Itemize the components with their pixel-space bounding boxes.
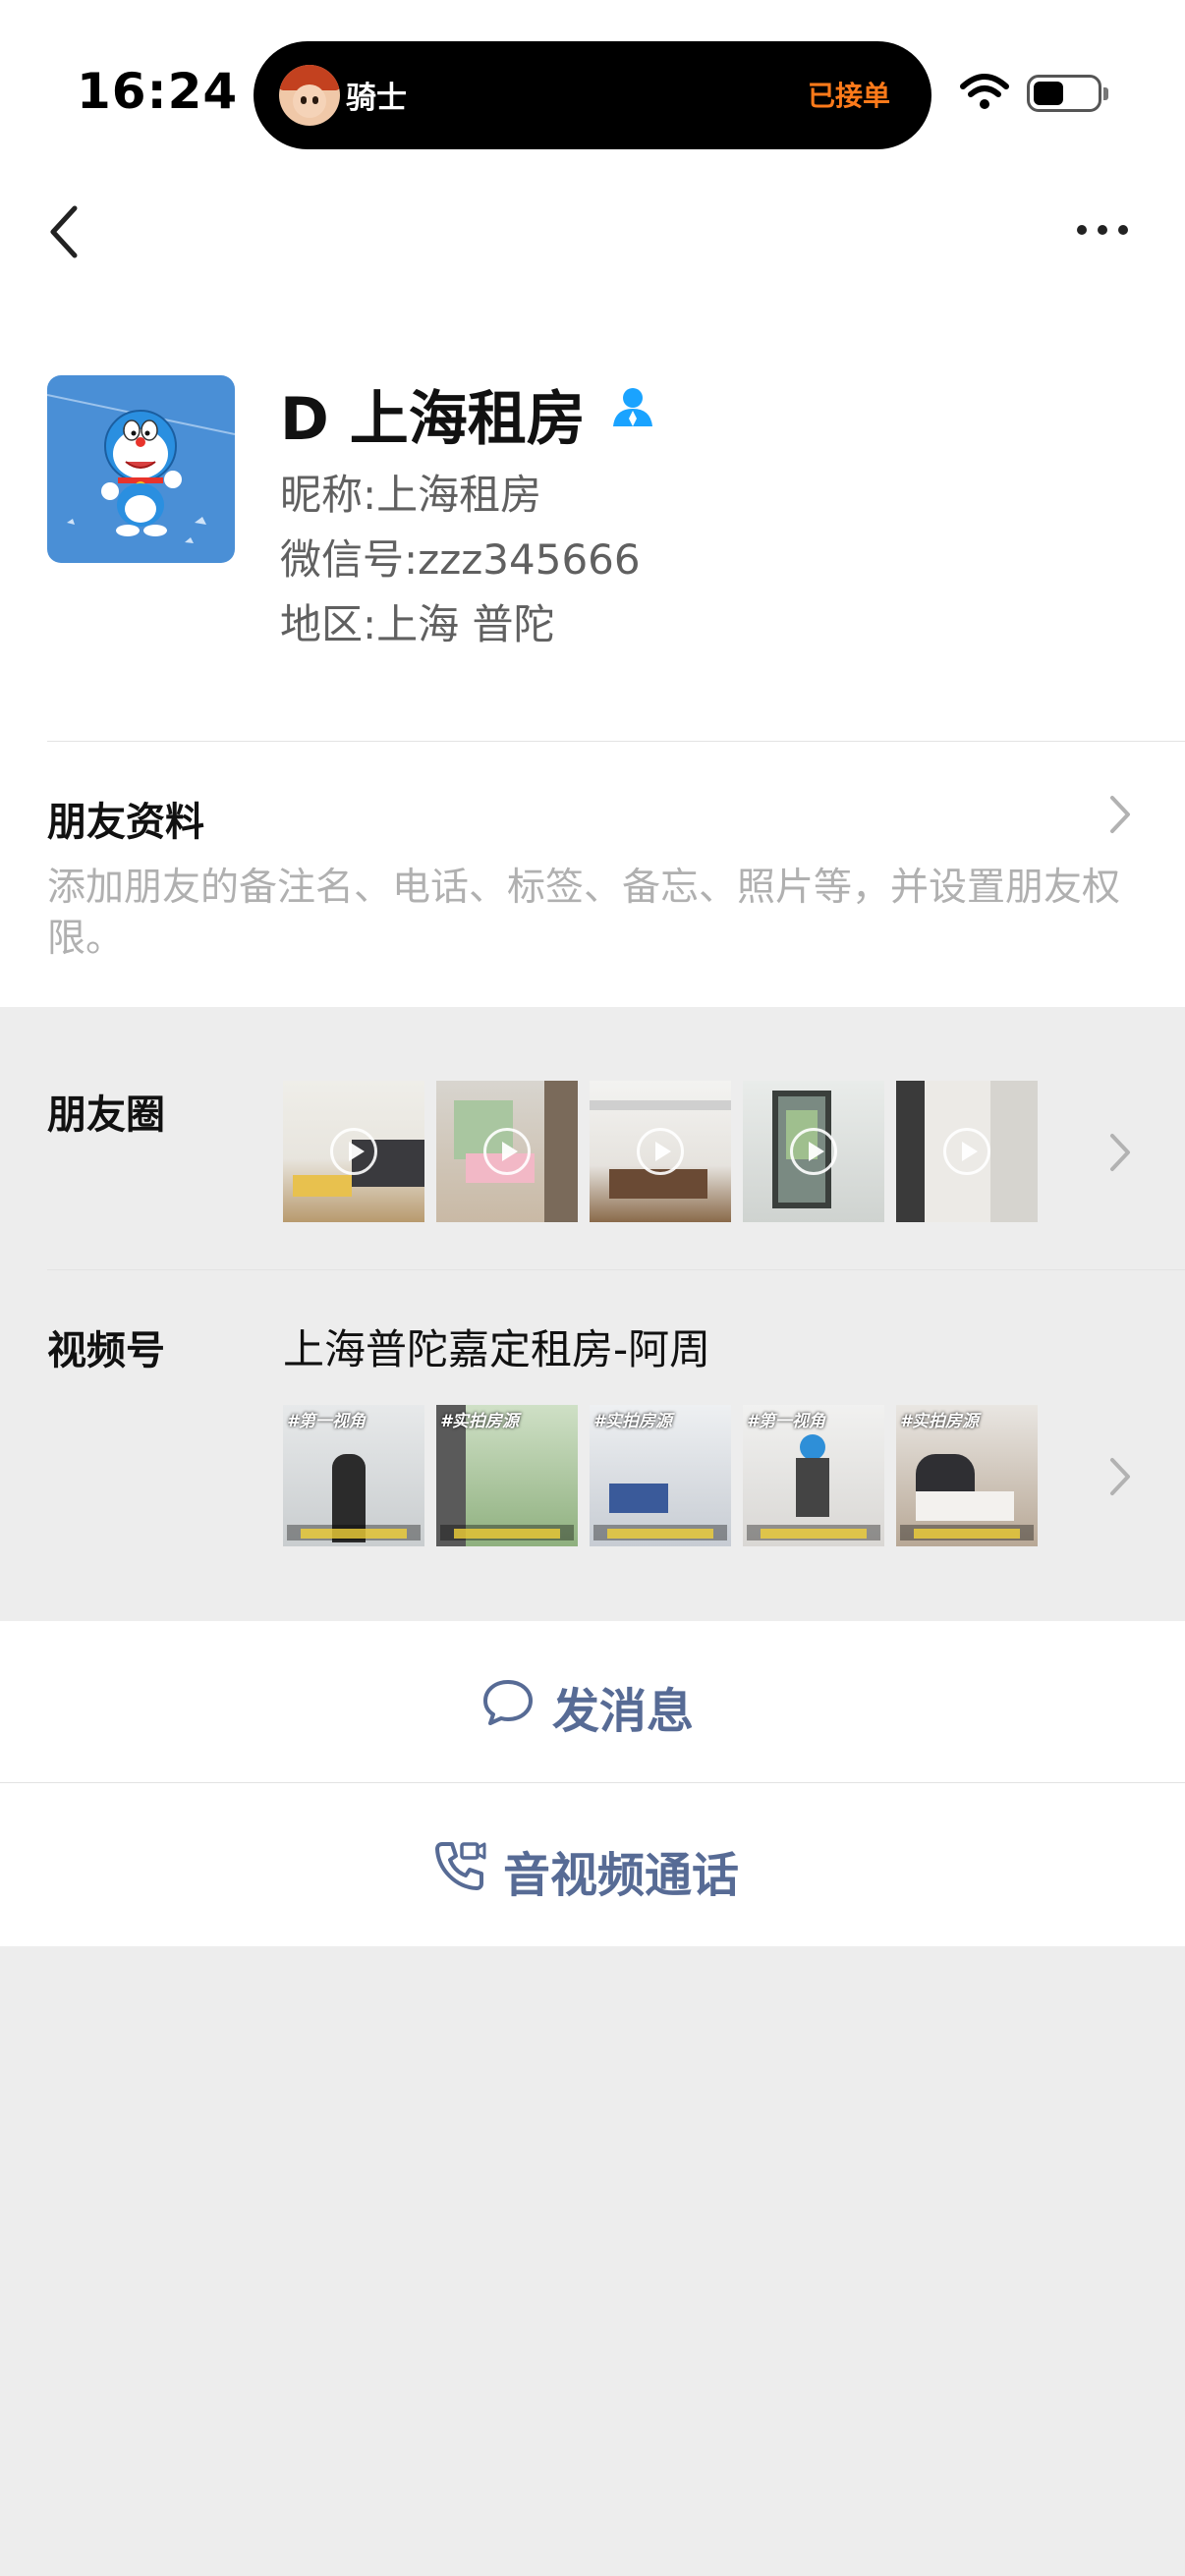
video-call-button[interactable]: 音视频通话: [0, 1783, 1185, 1946]
channels-title: 视频号: [47, 1328, 165, 1373]
channel-name: 上海普陀嘉定租房-阿周: [283, 1325, 711, 1373]
channel-video-thumbnail[interactable]: #实拍房源: [896, 1405, 1038, 1546]
video-tag: #实拍房源: [900, 1412, 979, 1431]
channel-video-thumbnail[interactable]: #第一视角: [743, 1405, 884, 1546]
play-icon: [637, 1128, 684, 1175]
send-message-button[interactable]: 发消息: [0, 1621, 1185, 1782]
region-line: 地区:上海 普陀: [280, 600, 555, 648]
avatar[interactable]: [47, 375, 235, 563]
island-status: 已接单: [807, 80, 890, 112]
moments-thumbnail[interactable]: [436, 1081, 578, 1222]
friend-info-title: 朋友资料: [47, 800, 204, 845]
channel-video-thumbnail[interactable]: #第一视角: [283, 1405, 424, 1546]
moments-thumbnail[interactable]: [743, 1081, 884, 1222]
rider-avatar-icon: [279, 65, 340, 126]
video-tag: #第一视角: [747, 1412, 825, 1431]
send-message-label: 发消息: [552, 1684, 695, 1739]
play-icon: [483, 1128, 531, 1175]
wechat-id-line: 微信号:zzz345666: [280, 535, 641, 584]
battery-tip: [1103, 87, 1108, 100]
video-call-label: 音视频通话: [503, 1848, 740, 1903]
play-icon: [790, 1128, 837, 1175]
moments-thumbnail[interactable]: [283, 1081, 424, 1222]
video-tag: #实拍房源: [593, 1412, 672, 1431]
doraemon-avatar-icon: [47, 394, 235, 543]
video-tag: #第一视角: [287, 1412, 366, 1431]
nickname-line: 昵称:上海租房: [280, 471, 542, 519]
channel-video-thumbnail[interactable]: #实拍房源: [590, 1405, 731, 1546]
chevron-right-icon: [1110, 796, 1130, 833]
island-name: 骑士: [346, 81, 407, 116]
wifi-icon: [960, 74, 1009, 109]
moments-title: 朋友圈: [47, 1092, 165, 1138]
chevron-right-icon: [1110, 1134, 1130, 1171]
battery-icon: [1027, 75, 1101, 112]
channel-video-thumbnail[interactable]: #实拍房源: [436, 1405, 578, 1546]
chat-bubble-icon: [483, 1680, 533, 1725]
chevron-left-icon[interactable]: [43, 202, 85, 261]
status-time: 16:24: [77, 63, 239, 120]
friend-info-description: 添加朋友的备注名、电话、标签、备忘、照片等，并设置朋友权限。: [47, 866, 1121, 961]
moments-thumbnail[interactable]: [590, 1081, 731, 1222]
more-dots-icon[interactable]: [1075, 222, 1130, 238]
dynamic-island[interactable]: 骑士 已接单: [254, 41, 931, 149]
chevron-right-icon: [1110, 1458, 1130, 1495]
play-icon: [330, 1128, 377, 1175]
phone-video-icon: [435, 1842, 486, 1890]
video-tag: #实拍房源: [440, 1412, 519, 1431]
play-icon: [943, 1128, 990, 1175]
display-name: D 上海租房: [280, 385, 586, 454]
divider: [47, 1269, 1185, 1270]
divider: [47, 741, 1185, 742]
moments-thumbnail[interactable]: [896, 1081, 1038, 1222]
section-gap: [0, 1010, 1185, 1036]
verified-person-icon[interactable]: [609, 383, 656, 430]
